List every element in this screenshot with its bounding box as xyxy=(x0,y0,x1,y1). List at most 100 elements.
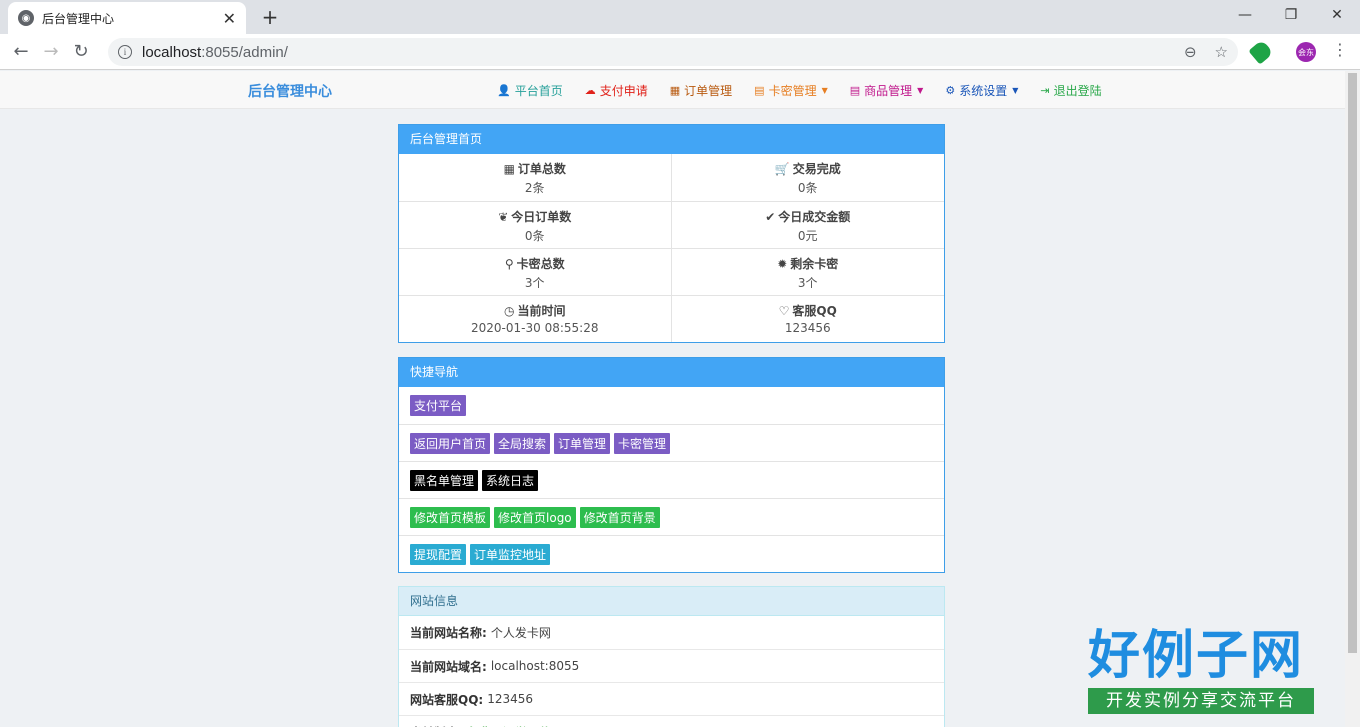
stat-value: 2条 xyxy=(524,181,545,195)
stat-label-row: ♡ 客服QQ xyxy=(672,302,945,319)
quicknav-row: 提现配置 订单监控地址 xyxy=(399,535,944,572)
stat-cell: 🛒 交易完成 0条 xyxy=(672,154,945,201)
siteinfo-rows: 当前网站名称: 个人发卡网 当前网站域名: localhost:8055 网站客服QQ:… xyxy=(399,616,944,727)
list-icon: ▤ xyxy=(754,84,765,97)
browser-tab[interactable]: ◉ 后台管理中心 ✕ xyxy=(8,2,246,34)
quicknav-panel-title: 快捷导航 xyxy=(399,358,944,387)
caret-down-icon: ▼ xyxy=(1012,86,1019,95)
heart-icon: ♡ xyxy=(778,304,790,318)
minimize-button[interactable]: — xyxy=(1222,0,1268,30)
clock-icon: ◷ xyxy=(504,304,515,318)
nav-item-label: 卡密管理 xyxy=(768,84,817,98)
quicknav-button[interactable]: 卡密管理 xyxy=(614,432,671,454)
stat-label: 今日订单数 xyxy=(511,210,572,224)
close-icon[interactable]: ✕ xyxy=(223,9,236,28)
quicknav-rows: 支付平台 返回用户首页 全局搜索 订单管理 卡密管理 黑名单管理 系统日志 修改首页模板 修改首… xyxy=(399,387,944,572)
siteinfo-row: 网站客服QQ: 123456 xyxy=(399,682,944,715)
siteinfo-key: 网站客服QQ: xyxy=(410,692,484,707)
info-icon[interactable]: i xyxy=(118,45,132,59)
scrollbar-thumb[interactable] xyxy=(1348,73,1357,653)
window-close-button[interactable]: ✕ xyxy=(1314,0,1360,30)
quicknav-panel: 快捷导航 支付平台 返回用户首页 全局搜索 订单管理 卡密管理 黑名单管理 系统日志 修改首页… xyxy=(398,357,945,573)
cloud-icon: ☁ xyxy=(584,84,596,97)
nav-item-0[interactable]: 👤 平台首页 xyxy=(497,82,563,99)
stat-label: 卡密总数 xyxy=(516,257,565,271)
avatar[interactable]: 会东 xyxy=(1296,42,1316,62)
quicknav-button[interactable]: 修改首页背景 xyxy=(579,506,660,528)
logout-icon: ⇥ xyxy=(1040,84,1050,97)
stat-label-row: 🛒 交易完成 xyxy=(672,160,945,177)
nav-item-2[interactable]: ▦ 订单管理 xyxy=(670,82,732,99)
new-tab-button[interactable]: + xyxy=(258,5,282,29)
siteinfo-value: localhost:8055 xyxy=(490,659,580,673)
nav-item-label: 支付申请 xyxy=(599,84,648,98)
calendar-icon: ▦ xyxy=(669,84,681,97)
menu-icon[interactable]: ⋮ xyxy=(1332,40,1348,59)
siteinfo-value: 免费开源学习使用 xyxy=(467,724,563,727)
stat-label: 剩余卡密 xyxy=(790,257,839,271)
quicknav-button[interactable]: 订单管理 xyxy=(554,432,611,454)
cog-icon: ⚙ xyxy=(945,84,956,97)
nav-item-label: 退出登陆 xyxy=(1053,84,1102,98)
quicknav-row: 修改首页模板 修改首页logo 修改首页背景 xyxy=(399,498,944,535)
nav-item-1[interactable]: ☁ 支付申请 xyxy=(585,82,648,99)
browser-toolbar: ← → ↻ i localhost:8055/admin/ ⊖ ☆ 会东 ⋮ xyxy=(0,34,1360,70)
forward-button[interactable]: → xyxy=(36,41,66,62)
quicknav-button[interactable]: 系统日志 xyxy=(482,469,539,491)
pushpin-icon: ⚲ xyxy=(504,257,514,271)
stat-label: 订单总数 xyxy=(517,162,566,176)
quicknav-button[interactable]: 全局搜索 xyxy=(494,432,551,454)
quicknav-button[interactable]: 支付平台 xyxy=(410,395,467,416)
zoom-icon[interactable]: ⊖ xyxy=(1184,43,1197,61)
leaf-icon: ❦ xyxy=(498,210,509,224)
stat-value: 0元 xyxy=(797,229,818,243)
quicknav-button[interactable]: 返回用户首页 xyxy=(410,432,491,454)
siteinfo-row: 当前网站名称: 个人发卡网 xyxy=(399,616,944,649)
stat-value: 0条 xyxy=(524,229,545,243)
siteinfo-panel-title: 网站信息 xyxy=(399,587,944,616)
nav-item-5[interactable]: ⚙ 系统设置 ▼ xyxy=(945,82,1018,99)
back-button[interactable]: ← xyxy=(6,41,36,62)
stat-label-row: ❦ 今日订单数 xyxy=(399,208,671,225)
quicknav-button[interactable]: 订单监控地址 xyxy=(470,543,551,565)
scrollbar[interactable] xyxy=(1345,71,1360,727)
extension-tag-icon[interactable] xyxy=(1248,39,1274,65)
brand-link[interactable]: 后台管理中心 xyxy=(248,81,332,101)
site-navbar: 后台管理中心 👤 平台首页 ☁ 支付申请 ▦ 订单管理 ▤ 卡密管理 ▼ ▤ 商品管理 ▼ ⚙ 系统设置 ▼… xyxy=(0,71,1345,109)
siteinfo-panel: 网站信息 当前网站名称: 个人发卡网 当前网站域名: localhost:8055 网站… xyxy=(398,586,945,727)
check-icon: ✔ xyxy=(765,210,776,224)
watermark-logo: 好例子网 开发实例分享交流平台 xyxy=(1088,628,1314,714)
star-icon[interactable]: ☆ xyxy=(1215,43,1228,61)
stat-value: 3个 xyxy=(797,276,818,290)
tab-title: 后台管理中心 xyxy=(42,11,115,26)
caret-down-icon: ▼ xyxy=(821,86,828,95)
cart-icon: 🛒 xyxy=(774,162,790,176)
nav-item-6[interactable]: ⇥ 退出登陆 xyxy=(1040,82,1101,99)
list-alt-icon: ▤ xyxy=(849,84,861,97)
stat-value: 2020-01-30 08:55:28 xyxy=(471,321,599,335)
restore-button[interactable]: ❐ xyxy=(1268,0,1314,30)
stats-grid: ▦ 订单总数 2条 🛒 交易完成 0条 ❦ 今日订单数 0条 ✔ 今日成交金额 0元 ⚲ 卡密总数 3个 ✹ 剩… xyxy=(399,154,944,342)
nav-item-4[interactable]: ▤ 商品管理 ▼ xyxy=(850,82,924,99)
stat-value: 0条 xyxy=(797,181,818,195)
user-icon: 👤 xyxy=(497,84,511,97)
reload-button[interactable]: ↻ xyxy=(66,41,96,62)
quicknav-button[interactable]: 黑名单管理 xyxy=(410,469,479,491)
globe-icon: ◉ xyxy=(18,10,34,26)
nav-item-3[interactable]: ▤ 卡密管理 ▼ xyxy=(754,82,828,99)
stat-cell: ▦ 订单总数 2条 xyxy=(399,154,672,201)
nav-item-label: 系统设置 xyxy=(959,84,1008,98)
nav-item-label: 商品管理 xyxy=(864,84,913,98)
quicknav-button[interactable]: 修改首页logo xyxy=(494,506,576,528)
certificate-icon: ✹ xyxy=(777,257,788,271)
nav-item-label: 平台首页 xyxy=(514,84,563,98)
address-bar[interactable]: i localhost:8055/admin/ ⊖ ☆ xyxy=(108,38,1238,66)
stat-label-row: ▦ 订单总数 xyxy=(399,160,671,177)
stat-label: 交易完成 xyxy=(792,162,841,176)
quicknav-row: 黑名单管理 系统日志 xyxy=(399,461,944,498)
quicknav-button[interactable]: 修改首页模板 xyxy=(410,506,491,528)
quicknav-button[interactable]: 提现配置 xyxy=(410,543,467,565)
quicknav-row: 返回用户首页 全局搜索 订单管理 卡密管理 xyxy=(399,424,944,461)
dashboard-panel-title: 后台管理首页 xyxy=(399,125,944,154)
stat-cell: ♡ 客服QQ 123456 xyxy=(671,295,945,342)
